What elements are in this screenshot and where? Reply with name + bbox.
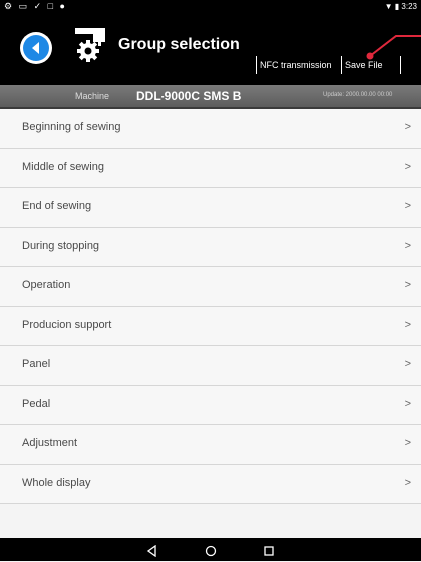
menu-item-whole-display[interactable]: Whole display >: [0, 464, 421, 504]
chevron-right-icon: >: [404, 358, 411, 370]
chevron-right-icon: >: [404, 437, 411, 449]
machine-label: Machine: [75, 91, 110, 101]
menu-item-operation[interactable]: Operation >: [0, 267, 421, 307]
menu-item-panel[interactable]: Panel >: [0, 346, 421, 386]
menu-item-label: Pedal: [22, 397, 51, 410]
chevron-right-icon: >: [404, 239, 411, 252]
chevron-right-icon: >: [404, 476, 411, 489]
machine-model: DDL-9000C SMS B: [136, 89, 242, 103]
menu-item-production-support[interactable]: Producion support >: [0, 306, 421, 346]
menu-item-label: Panel: [22, 358, 51, 370]
menu-item-label: During stopping: [22, 239, 100, 252]
menu-item-label: Producion support: [22, 318, 112, 331]
nav-recent-icon[interactable]: [263, 544, 275, 562]
menu-item-label: Operation: [22, 279, 71, 291]
navigation-bar: [0, 538, 421, 561]
menu-item-middle-of-sewing[interactable]: Middle of sewing >: [0, 148, 421, 188]
menu-item-label: End of sewing: [22, 200, 92, 212]
menu-item-adjustment[interactable]: Adjustment >: [0, 425, 421, 465]
menu-item-during-stopping[interactable]: During stopping >: [0, 227, 421, 267]
chevron-right-icon: >: [404, 279, 411, 291]
menu-item-label: Adjustment: [22, 437, 78, 449]
chevron-right-icon: >: [404, 318, 411, 331]
chevron-right-icon: >: [404, 200, 411, 212]
group-menu-list: Beginning of sewing > Middle of sewing >…: [0, 109, 421, 504]
nav-home-icon[interactable]: [205, 544, 217, 562]
chevron-right-icon: >: [404, 121, 411, 133]
menu-item-beginning-of-sewing[interactable]: Beginning of sewing >: [0, 109, 421, 149]
machine-info-bar: Machine DDL-9000C SMS B Update: 2000.00.…: [0, 85, 421, 109]
menu-item-label: Middle of sewing: [22, 160, 104, 173]
menu-item-end-of-sewing[interactable]: End of sewing >: [0, 188, 421, 228]
menu-item-pedal[interactable]: Pedal >: [0, 385, 421, 425]
update-timestamp: Update: 2000.00.00 00:00: [323, 92, 393, 98]
menu-item-label: Beginning of sewing: [22, 121, 121, 133]
chevron-right-icon: >: [404, 397, 411, 410]
menu-item-label: Whole display: [22, 476, 91, 489]
chevron-right-icon: >: [404, 160, 411, 173]
nav-back-icon[interactable]: [146, 544, 158, 562]
